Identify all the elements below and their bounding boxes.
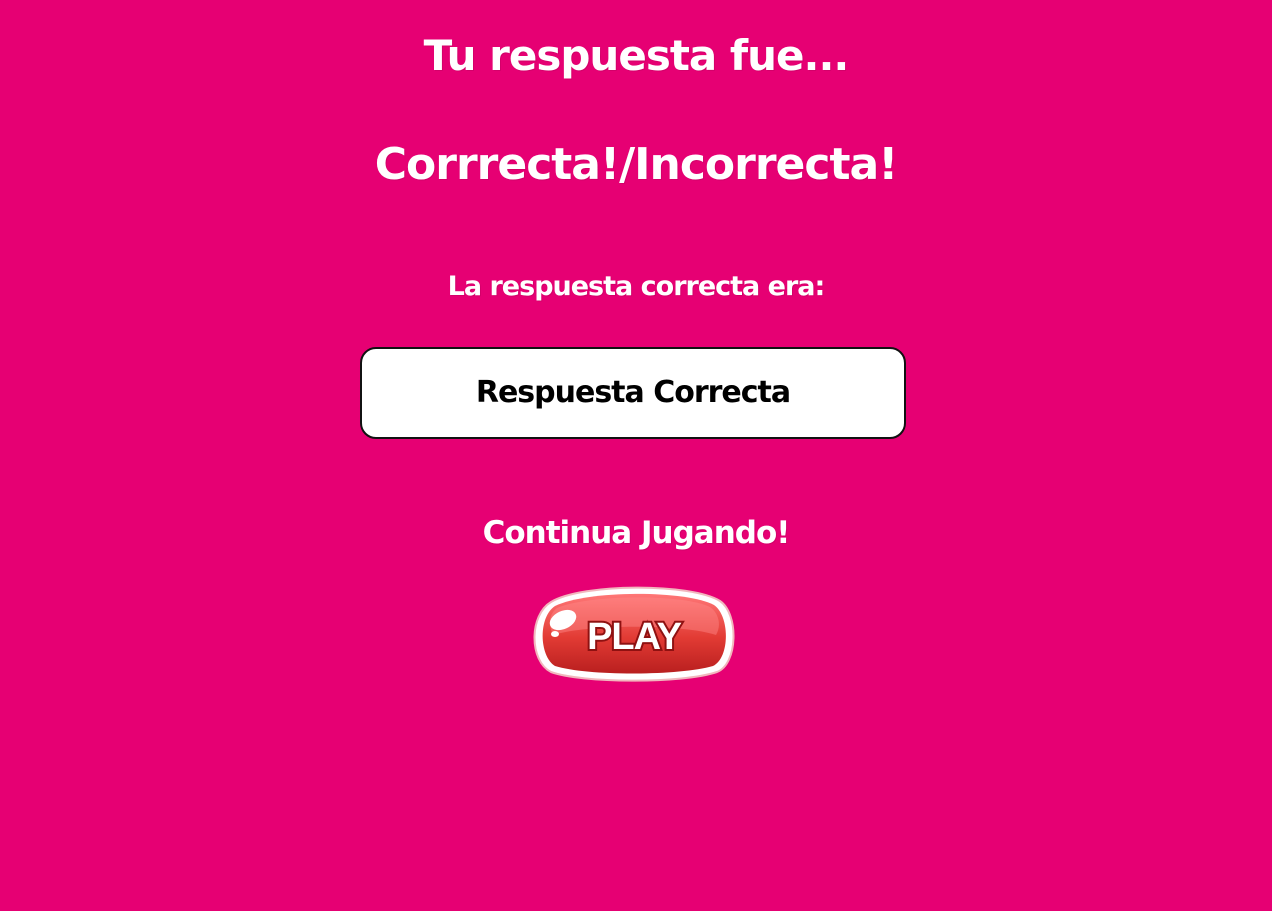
play-button[interactable]: PLAY <box>533 586 736 682</box>
correct-answer-label: La respuesta correcta era: <box>447 271 826 302</box>
play-button-label: PLAY <box>587 616 682 658</box>
page-title: Tu respuesta fue... <box>423 31 850 80</box>
play-button-icon: PLAY <box>533 586 735 682</box>
answer-result-text: Corrrecta!/Incorrecta! <box>374 139 899 190</box>
correct-answer-box: Respuesta Correcta <box>360 347 906 439</box>
correct-answer-text: Respuesta Correcta <box>475 375 791 410</box>
continue-playing-text: Continua Jugando! <box>482 515 791 551</box>
